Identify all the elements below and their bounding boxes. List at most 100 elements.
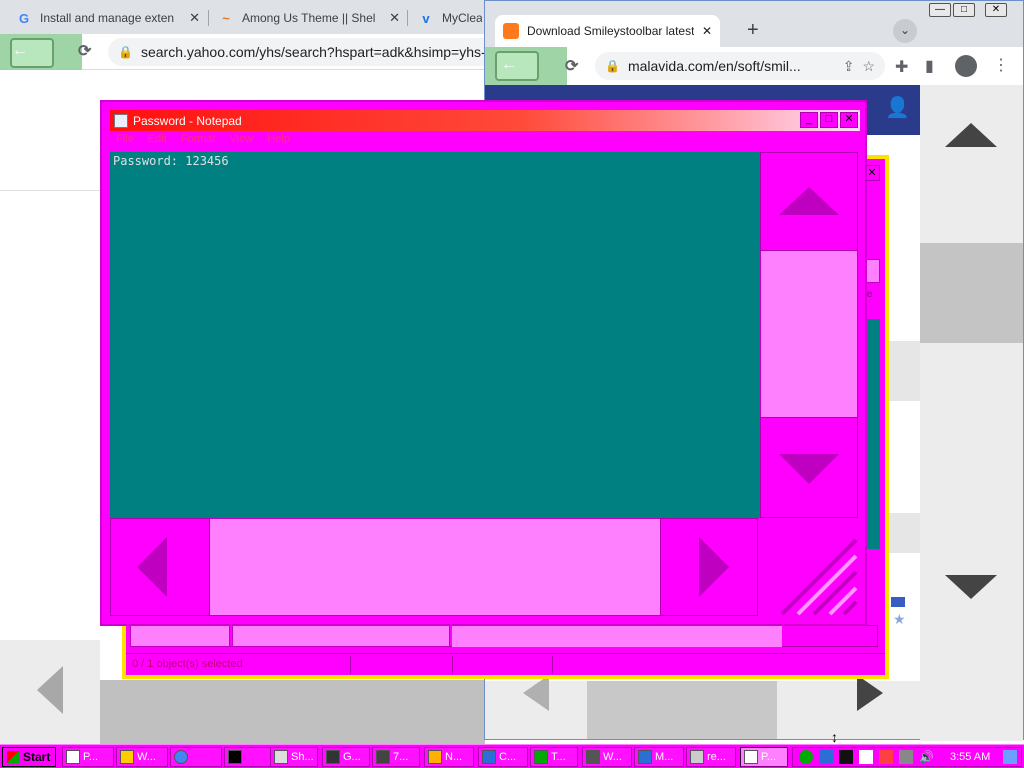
taskbar-item[interactable]: T...	[530, 747, 578, 767]
app-tray-icon[interactable]	[839, 750, 853, 764]
column-header[interactable]	[130, 625, 230, 647]
notepad-title-bar[interactable]: Password - Notepad _ □ ✕	[110, 110, 860, 131]
taskbar-item-active[interactable]: P...	[740, 747, 788, 767]
new-tab-icon[interactable]: +	[747, 19, 759, 42]
app-icon	[326, 750, 340, 764]
close-tab-icon[interactable]: ✕	[389, 10, 400, 26]
clock[interactable]: 3:55 AM	[950, 751, 990, 763]
flag-tray-icon[interactable]	[879, 750, 893, 764]
front-active-tab[interactable]: Download Smileystoolbar latest v ✕	[495, 15, 720, 47]
extensions-puzzle-icon[interactable]: ✚	[895, 57, 908, 77]
scroll-left-button[interactable]	[110, 518, 210, 616]
bookmark-star-icon[interactable]: ☆	[862, 58, 875, 75]
back-address-bar[interactable]: 🔒 search.yahoo.com/yhs/search?hspart=adk…	[108, 38, 498, 66]
front-address-bar[interactable]: 🔒 malavida.com/en/soft/smil... ⇪ ☆	[595, 52, 885, 80]
left-arrow-icon[interactable]	[37, 666, 63, 714]
app-icon	[274, 750, 288, 764]
menu-kebab-icon[interactable]: ⋮	[993, 55, 1009, 75]
windows-logo-icon	[7, 751, 19, 763]
volume-icon[interactable]: 🔊	[919, 750, 934, 764]
scroll-up-button[interactable]	[760, 152, 858, 251]
back-tab-1[interactable]: G Install and manage exten ✕	[8, 4, 208, 32]
shield-tray-icon[interactable]	[819, 750, 833, 764]
front-browser-toolbar: ← ⟳ 🔒 malavida.com/en/soft/smil... ⇪ ☆ ✚…	[485, 47, 1023, 85]
right-arrow-icon	[699, 537, 729, 597]
resize-grip-icon	[780, 538, 858, 616]
taskbar-item[interactable]: W...	[116, 747, 168, 767]
back-tab-3-title: MyClea	[442, 11, 482, 25]
start-label: Start	[23, 750, 51, 764]
scroll-down-arrow-icon[interactable]	[945, 575, 997, 599]
taskbar-item[interactable]: P...	[62, 747, 114, 767]
front-browser-tab-strip: — □ ✕ Download Smileystoolbar latest v ✕…	[485, 1, 1023, 47]
taskbar-item[interactable]	[170, 747, 222, 767]
clock-icon	[534, 750, 548, 764]
size-grip[interactable]	[758, 518, 858, 616]
scroll-thumb[interactable]	[920, 243, 1023, 343]
taskbar-item-label: re...	[707, 751, 726, 763]
share-icon[interactable]: ⇪	[843, 58, 855, 75]
flag-icon[interactable]	[891, 597, 905, 607]
start-button[interactable]: Start	[2, 747, 56, 767]
status-text: 0 / 1 object(s) selected	[132, 658, 243, 670]
horizontal-scroll-thumb[interactable]	[587, 681, 777, 739]
menu-edit[interactable]: Edit	[148, 133, 167, 150]
taskbar-item[interactable]: W...	[582, 747, 632, 767]
taskbar-item-label: M...	[655, 751, 674, 763]
tab-divider	[407, 10, 408, 26]
page-content-block	[885, 513, 920, 553]
scroll-right-arrow-icon[interactable]	[857, 675, 883, 711]
scroll-right-button[interactable]	[660, 518, 758, 616]
taskbar-item-label: P...	[761, 751, 777, 763]
maximize-icon[interactable]: □	[820, 112, 838, 128]
scroll-up-arrow-icon[interactable]	[945, 123, 997, 147]
taskbar-item[interactable]: G...	[322, 747, 370, 767]
menu-file[interactable]: File	[116, 133, 134, 150]
close-tab-icon[interactable]: ✕	[189, 10, 200, 26]
close-icon[interactable]: ✕	[840, 112, 858, 128]
back-arrow-icon[interactable]: ←	[12, 42, 28, 60]
profile-icon[interactable]	[955, 55, 977, 77]
app-icon	[120, 750, 134, 764]
taskbar-item[interactable]: M...	[634, 747, 684, 767]
taskbar-item[interactable]: re...	[686, 747, 736, 767]
scrollbar-track[interactable]	[100, 680, 485, 744]
shield-favicon-icon: v	[422, 10, 430, 26]
taskbar: Start P... W... Sh... G... 7... N... C..…	[0, 744, 1024, 768]
back-tab-2[interactable]: ~ Among Us Theme || Shel ✕	[210, 4, 408, 32]
notepad-text-area[interactable]: Password: 123456	[110, 152, 760, 518]
minimize-icon[interactable]: —	[929, 3, 951, 17]
user-account-icon[interactable]: 👤	[885, 95, 910, 120]
taskbar-item[interactable]	[224, 747, 276, 767]
tab-search-chevron-icon[interactable]: ⌄	[893, 19, 917, 43]
side-panel-icon[interactable]: ▮	[925, 56, 934, 76]
taskbar-item[interactable]: C...	[478, 747, 528, 767]
back-tab-3[interactable]: v MyClea	[410, 4, 490, 32]
horizontal-scroll-track[interactable]	[210, 518, 660, 616]
scroll-left-arrow-icon[interactable]	[523, 675, 549, 711]
reload-icon[interactable]: ⟳	[78, 41, 91, 61]
shield-icon	[638, 750, 652, 764]
menu-format[interactable]: Format	[181, 133, 216, 150]
network-tray-icon[interactable]	[899, 750, 913, 764]
close-tab-icon[interactable]: ✕	[702, 24, 712, 38]
taskbar-item[interactable]: N...	[424, 747, 474, 767]
column-header[interactable]	[232, 625, 450, 647]
desktop-icon[interactable]	[1003, 750, 1017, 764]
scroll-track[interactable]	[452, 625, 782, 647]
scroll-down-button[interactable]	[760, 417, 858, 518]
vertical-scroll-track[interactable]	[760, 251, 858, 417]
back-arrow-icon[interactable]: ←	[501, 56, 517, 74]
close-window-icon[interactable]: ✕	[985, 3, 1007, 17]
taskbar-item[interactable]: 7...	[372, 747, 420, 767]
maximize-icon[interactable]: □	[953, 3, 975, 17]
menu-view[interactable]: View	[230, 133, 254, 150]
menu-help[interactable]: Help	[267, 133, 290, 150]
timer-tray-icon[interactable]	[799, 750, 813, 764]
app-tray-icon[interactable]	[859, 750, 873, 764]
reload-icon[interactable]: ⟳	[565, 56, 578, 76]
chrome-icon	[174, 750, 188, 764]
minimize-icon[interactable]: _	[800, 112, 818, 128]
taskbar-item[interactable]: Sh...	[270, 747, 318, 767]
notepad-menu-bar: File Edit Format View Help	[112, 133, 860, 150]
